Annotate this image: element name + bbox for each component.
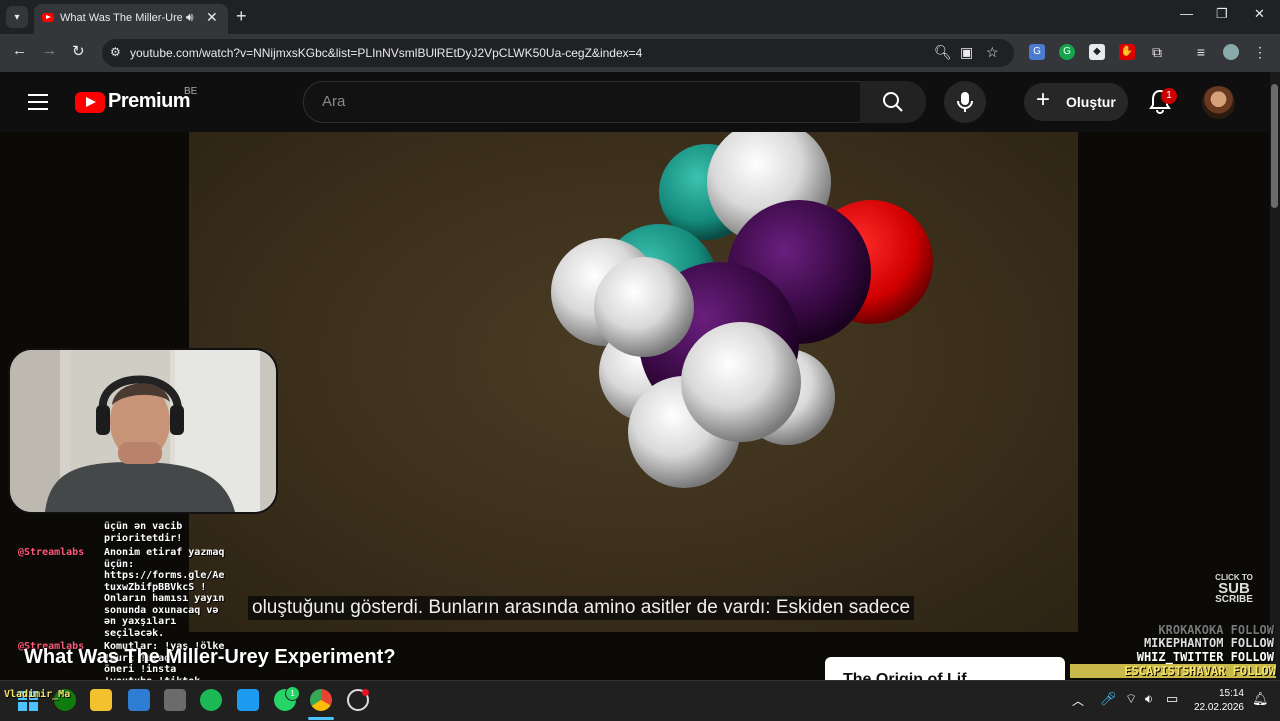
battery-icon[interactable]: ▭	[1166, 691, 1178, 707]
cts-line: SUB	[1218, 580, 1250, 597]
search-button[interactable]	[860, 81, 926, 123]
site-info-icon[interactable]: ⚙	[110, 45, 121, 59]
scrollbar-thumb[interactable]	[1271, 84, 1278, 208]
click-to-subscribe-overlay: CLICK TO SUB SCRIBE	[1211, 572, 1257, 605]
create-button[interactable]: + Oluştur	[1024, 83, 1128, 121]
chat-message-text: üçün ən vacib prioritetdir!	[104, 521, 183, 544]
region-code: BE	[184, 86, 198, 97]
tab-search-button[interactable]: ▾	[6, 6, 28, 28]
adblock-extension-icon[interactable]: ✋	[1119, 44, 1135, 60]
clock-time: 15:14	[1218, 688, 1244, 699]
windows-taskbar: 1 Vladimir_Ma ︿ 🎤︎ ⌔ 🔉︎ ▭ 15:14 22.02.20…	[0, 680, 1280, 721]
webcam-overlay	[8, 348, 278, 514]
follow-alert: WHIZ_TWITTER FOLLOW	[1136, 650, 1274, 664]
chat-username: @Streamlabs	[18, 547, 85, 558]
browser-toolbar: ← → ↻ ⚙ youtube.com/watch?v=NNijmxsKGbc&…	[0, 34, 1280, 72]
address-bar[interactable]: ⚙ youtube.com/watch?v=NNijmxsKGbc&list=P…	[102, 39, 1014, 67]
video-title[interactable]: What Was The Miller-Urey Experiment?	[24, 646, 396, 669]
menu-icon[interactable]	[28, 94, 48, 115]
grammarly-extension-icon[interactable]: G	[1059, 44, 1075, 60]
search-box	[303, 81, 861, 123]
extensions-puzzle-icon[interactable]: ⧉	[1149, 44, 1165, 60]
cast-icon[interactable]: ▣	[960, 44, 973, 61]
clock-date: 22.02.2026	[1193, 702, 1244, 713]
extension-icon[interactable]: ◆	[1089, 44, 1105, 60]
microphone-icon	[957, 92, 973, 112]
show-hidden-icons[interactable]: ︿	[1072, 692, 1084, 709]
avatar[interactable]	[1202, 86, 1235, 119]
reading-list-icon[interactable]: ≡	[1193, 44, 1209, 60]
cts-line: SCRIBE	[1215, 594, 1253, 605]
follow-alert: KROKAKOKA FOLLOW	[1158, 623, 1274, 637]
volume-icon[interactable]: 🔉︎	[1145, 691, 1153, 707]
browser-tab[interactable]: What Was The Miller-Urey E 🔊︎ ✕	[34, 4, 228, 34]
follow-alert: MIKEPHANTOM FOLLOW	[1143, 636, 1274, 650]
clock[interactable]: 15:14 22.02.2026	[1194, 687, 1244, 715]
wifi-icon[interactable]: ⌔	[1125, 691, 1137, 707]
molecule-illustration	[551, 132, 933, 488]
reload-button[interactable]: ↻	[72, 42, 85, 60]
chat-taskbar-user: Vladimir_Ma	[4, 689, 71, 700]
restore-button[interactable]: ❐	[1216, 6, 1228, 22]
follow-alert: ESCAPISTSHAVAR FOLLOW	[1070, 664, 1276, 678]
translate-extension-icon[interactable]: G	[1029, 44, 1045, 60]
microphone-in-use-icon[interactable]: 🎤︎	[1100, 691, 1117, 707]
voice-search-button[interactable]	[944, 81, 986, 123]
profile-icon[interactable]	[1223, 44, 1239, 60]
create-label: Oluştur	[1066, 94, 1116, 110]
chrome-icon[interactable]	[310, 689, 332, 711]
chat-message-text: Anonim etiraf yazmaq üçün: https://forms…	[104, 547, 225, 639]
youtube-brand[interactable]: Premium	[108, 90, 191, 113]
chrome-menu-icon[interactable]: ⋮	[1252, 44, 1268, 60]
notification-badge: 1	[1161, 88, 1177, 104]
app-icon[interactable]	[164, 689, 186, 711]
youtube-header: Premium BE + Oluştur 1	[0, 72, 1280, 132]
url-text[interactable]: youtube.com/watch?v=NNijmxsKGbc&list=PLI…	[130, 46, 642, 60]
search-icon	[883, 92, 903, 112]
new-tab-button[interactable]: +	[236, 6, 247, 27]
whatsapp-badge: 1	[285, 686, 300, 701]
app-icon[interactable]	[128, 689, 150, 711]
file-explorer-icon[interactable]	[90, 689, 112, 711]
tab-title: What Was The Miller-Urey E	[60, 12, 182, 24]
video-frame[interactable]	[189, 132, 1078, 632]
browser-tab-bar: ▾ What Was The Miller-Urey E 🔊︎ ✕ + — ❐ …	[0, 0, 1280, 34]
youtube-logo-icon[interactable]	[75, 92, 105, 113]
zoom-icon[interactable]: 🔍︎	[934, 44, 952, 61]
forward-button[interactable]: →	[42, 42, 57, 59]
bookmark-star-icon[interactable]: ☆	[986, 44, 999, 61]
streamer-webcam-image	[10, 350, 276, 512]
notification-center-icon[interactable]: 🔔︎	[1252, 691, 1269, 707]
recording-indicator	[362, 689, 369, 696]
twitter-icon[interactable]	[237, 689, 259, 711]
close-window-button[interactable]: ✕	[1254, 6, 1265, 22]
plus-icon: +	[1036, 86, 1051, 113]
video-subtitle: oluştuğunu gösterdi. Bunların arasında a…	[248, 596, 915, 620]
close-tab-icon[interactable]: ✕	[206, 9, 218, 26]
back-button[interactable]: ←	[12, 42, 27, 59]
minimize-button[interactable]: —	[1180, 6, 1193, 21]
audio-playing-icon[interactable]: 🔊︎	[186, 10, 194, 25]
search-input[interactable]	[320, 92, 844, 111]
spotify-icon[interactable]	[200, 689, 222, 711]
youtube-favicon-icon	[42, 13, 54, 22]
